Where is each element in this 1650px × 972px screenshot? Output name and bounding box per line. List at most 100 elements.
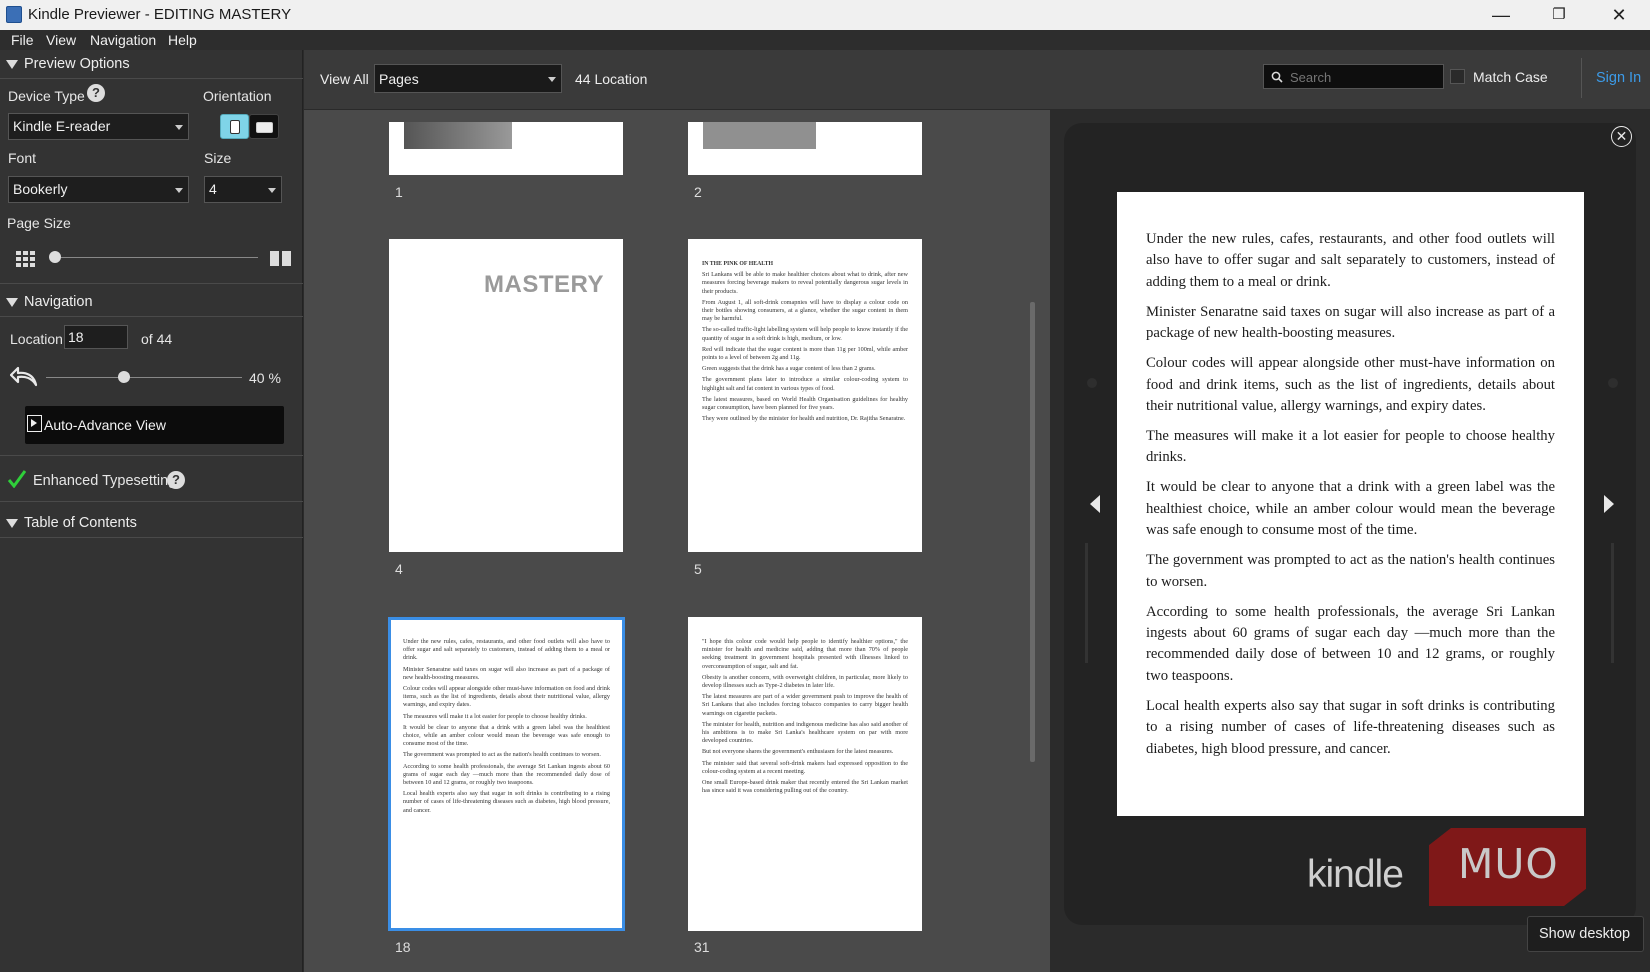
sign-in-link[interactable]: Sign In — [1596, 70, 1641, 86]
device-type-value: Kindle E-reader — [13, 118, 110, 134]
muo-logo-text: MUO — [1458, 840, 1559, 888]
checkmark-icon[interactable] — [8, 470, 26, 493]
landscape-orientation-button[interactable] — [249, 114, 279, 139]
page-number: 1 — [395, 184, 403, 200]
page-number: 4 — [395, 561, 403, 577]
search-icon — [1271, 70, 1283, 88]
device-type-select[interactable]: Kindle E-reader — [8, 113, 189, 140]
dropdown-arrow-icon — [175, 188, 183, 193]
next-page-arrow-icon[interactable] — [1604, 495, 1614, 513]
preview-options-label: Preview Options — [24, 56, 130, 72]
navigation-header[interactable]: Navigation — [0, 288, 303, 318]
page-thumbnail[interactable]: IN THE PINK OF HEALTH Sri Lankans will b… — [688, 239, 922, 552]
paragraph: The measures will make it a lot easier f… — [403, 713, 610, 721]
divider — [0, 283, 303, 284]
device-type-label: Device Type — [8, 88, 85, 104]
menu-view[interactable]: View — [46, 32, 76, 48]
paragraph: Colour codes will appear alongside other… — [1146, 353, 1555, 417]
page-size-slider-handle[interactable] — [49, 251, 61, 263]
paragraph: Colour codes will appear alongside other… — [403, 685, 610, 710]
back-arrow-icon[interactable] — [10, 365, 38, 392]
page-thumbnail[interactable] — [389, 122, 623, 175]
paragraph: Minister Senaratne said taxes on sugar w… — [1146, 302, 1555, 345]
device-edge — [1611, 543, 1614, 663]
location-slider-track[interactable] — [46, 377, 242, 378]
menu-file[interactable]: File — [11, 32, 34, 48]
match-case-label: Match Case — [1473, 69, 1548, 85]
paragraph: According to some health professionals, … — [1146, 602, 1555, 688]
font-select[interactable]: Bookerly — [8, 176, 189, 203]
paragraph: The government was prompted to act as th… — [1146, 550, 1555, 593]
two-page-view-icon[interactable] — [270, 251, 291, 271]
location-input[interactable]: 18 — [64, 325, 128, 349]
page-number: 18 — [395, 939, 411, 955]
location-slider-handle[interactable] — [118, 371, 130, 383]
location-count: 44 Location — [575, 71, 647, 87]
search-box[interactable] — [1263, 64, 1444, 89]
paragraph: It would be clear to anyone that a drink… — [1146, 477, 1555, 541]
preview-options-header[interactable]: Preview Options — [0, 50, 303, 80]
paragraph: Obesity is another concern, with overwei… — [702, 674, 908, 690]
size-select[interactable]: 4 — [204, 176, 282, 203]
play-icon — [27, 415, 42, 432]
previous-page-arrow-icon[interactable] — [1090, 495, 1100, 513]
paragraph: The minister said that several soft-drin… — [702, 760, 908, 776]
page-thumbnail[interactable]: "I hope this colour code would help peop… — [688, 617, 922, 931]
device-edge — [1085, 543, 1088, 663]
page-number: 5 — [694, 561, 702, 577]
divider — [0, 501, 303, 502]
paragraph: According to some health professionals, … — [403, 763, 610, 788]
dropdown-arrow-icon — [268, 188, 276, 193]
table-of-contents-header[interactable]: Table of Contents — [0, 509, 303, 539]
navigation-label: Navigation — [24, 294, 93, 310]
font-value: Bookerly — [13, 181, 67, 197]
page-31-text: "I hope this colour code would help peop… — [702, 638, 908, 798]
grid-view-icon[interactable] — [16, 251, 36, 272]
divider — [0, 455, 303, 456]
book-title: MASTERY — [484, 271, 604, 299]
minimize-button[interactable]: — — [1472, 0, 1530, 30]
auto-advance-view-button[interactable]: Auto-Advance View — [25, 406, 284, 444]
chapter-heading: IN THE PINK OF HEALTH — [702, 260, 908, 268]
restore-button[interactable]: ❐ — [1530, 0, 1588, 30]
page-thumbnail[interactable] — [688, 122, 922, 175]
collapse-triangle-icon — [6, 298, 18, 307]
page-thumbnail-selected[interactable]: Under the new rules, cafes, restaurants,… — [388, 617, 625, 931]
close-window-button[interactable]: ✕ — [1590, 0, 1648, 30]
paragraph: Under the new rules, cafes, restaurants,… — [1146, 229, 1555, 293]
enhanced-typesetting-label: Enhanced Typesetting — [33, 473, 176, 489]
menu-navigation[interactable]: Navigation — [90, 32, 156, 48]
dropdown-arrow-icon — [175, 125, 183, 130]
font-label: Font — [8, 150, 36, 166]
view-mode-select[interactable]: Pages — [374, 64, 562, 93]
page-5-text: IN THE PINK OF HEALTH Sri Lankans will b… — [702, 260, 908, 426]
page-size-slider-track[interactable] — [55, 257, 258, 258]
page-number: 31 — [694, 939, 710, 955]
close-preview-icon[interactable]: ✕ — [1611, 126, 1632, 147]
toolbar: View All Pages 44 Location Match Case Si… — [304, 50, 1650, 110]
help-icon[interactable]: ? — [87, 84, 105, 102]
match-case-checkbox[interactable] — [1450, 69, 1465, 84]
paragraph: It would be clear to anyone that a drink… — [403, 724, 610, 749]
search-input[interactable] — [1290, 68, 1438, 86]
paragraph: Local health experts also say that sugar… — [1146, 696, 1555, 760]
view-all-label: View All — [320, 71, 369, 87]
portrait-orientation-button[interactable] — [220, 114, 249, 139]
kindle-screen: Under the new rules, cafes, restaurants,… — [1117, 192, 1584, 816]
help-icon[interactable]: ? — [167, 471, 185, 489]
orientation-label: Orientation — [203, 88, 271, 104]
window-title: Kindle Previewer - EDITING MASTERY — [28, 6, 291, 23]
title-bar: Kindle Previewer - EDITING MASTERY — ❐ ✕ — [0, 0, 1650, 30]
dropdown-arrow-icon — [548, 77, 556, 82]
page-thumbnail[interactable]: MASTERY — [389, 239, 623, 552]
kindle-logo: kindle — [1307, 853, 1403, 897]
vertical-scrollbar[interactable] — [1030, 302, 1035, 762]
portrait-icon — [230, 120, 240, 134]
cover-image — [703, 122, 816, 149]
collapse-triangle-icon — [6, 519, 18, 528]
size-label: Size — [204, 150, 231, 166]
paragraph: The minister for health, nutrition and i… — [702, 721, 908, 746]
menu-help[interactable]: Help — [168, 32, 197, 48]
paragraph: One small Europe-based drink maker that … — [702, 779, 908, 795]
location-total: of 44 — [141, 331, 172, 347]
